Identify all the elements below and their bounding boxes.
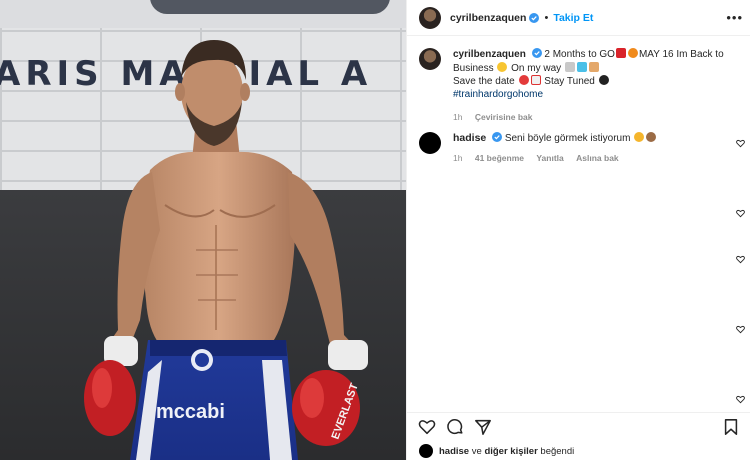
- calendar-emoji-icon: [530, 75, 541, 85]
- verified-icon: [529, 12, 540, 23]
- author-username[interactable]: cyrilbenzaquen: [450, 12, 526, 24]
- rocket-emoji-icon: [564, 61, 575, 72]
- boxer-figure: mccabi EVERLAST: [84, 40, 368, 460]
- bookmark-icon[interactable]: [722, 418, 740, 436]
- verified-icon: [531, 48, 542, 58]
- comment-likes[interactable]: 41 beğenme: [475, 153, 524, 163]
- caption-line3-a: Save the date: [453, 76, 515, 87]
- caption-line1-a: 2 Months to GO: [544, 49, 615, 60]
- caption-avatar[interactable]: [419, 48, 441, 70]
- caption-hashtag[interactable]: #trainhardorgohome: [453, 89, 724, 102]
- see-original-button[interactable]: Aslına bak: [576, 153, 619, 163]
- comment-time: 1h: [453, 152, 463, 163]
- liker-username[interactable]: hadise: [439, 446, 469, 457]
- heart-eyes-emoji-icon: [634, 132, 645, 142]
- fire-emoji-icon: [627, 48, 638, 58]
- diamond-emoji-icon: [576, 61, 587, 72]
- post-photo[interactable]: ARIS MARTIAL A: [0, 0, 406, 460]
- caption-username[interactable]: cyrilbenzaquen: [453, 49, 526, 60]
- caption-time: 1h: [453, 112, 463, 122]
- caption-line1-b: MAY 16 Im Back to: [638, 49, 724, 60]
- likes-suffix: beğendi: [540, 445, 575, 457]
- shorts-brand: mccabi: [156, 401, 225, 423]
- post-caption: cyrilbenzaquen 2 Months to GO MAY 16 Im B…: [419, 48, 744, 124]
- comment-meta: 1h 41 beğenme Yanıtla Aslına bak: [453, 152, 657, 165]
- comment-like-heart-icon[interactable]: [736, 139, 745, 148]
- separator-dot: •: [544, 11, 549, 24]
- monkey-emoji-icon: [646, 132, 657, 142]
- caption-line3-b: Stay Tuned: [544, 76, 595, 87]
- likes-summary: hadise ve diğer kişiler beğendi: [419, 444, 574, 458]
- boxing-glove-emoji-icon: [615, 48, 626, 58]
- comment-like-heart-icon[interactable]: [736, 395, 745, 404]
- caption-line2-b: On my way: [511, 62, 562, 74]
- caption-line2-a: Business: [453, 62, 494, 74]
- other-likers-link[interactable]: diğer kişiler: [484, 446, 537, 457]
- flexed-biceps-emoji-icon: [588, 61, 599, 72]
- comment-like-heart-icon[interactable]: [736, 209, 745, 218]
- post-sidebar: cyrilbenzaquen • Takip Et ••• cyrilbenza…: [406, 0, 750, 460]
- liker-avatar[interactable]: [419, 444, 433, 458]
- action-bar: [407, 412, 750, 438]
- more-icon[interactable]: •••: [726, 10, 743, 25]
- comment-icon[interactable]: [446, 418, 464, 436]
- comment-item: hadise Seni böyle görmek istiyorum 1h 41…: [419, 132, 744, 164]
- verified-icon: [492, 132, 503, 142]
- post-header: cyrilbenzaquen • Takip Et •••: [407, 0, 750, 36]
- bomb-emoji-icon: [598, 75, 609, 85]
- instagram-post-modal: ARIS MARTIAL A: [0, 0, 750, 460]
- likes-conjunction: ve: [471, 445, 482, 457]
- comment-text: Seni böyle görmek istiyorum: [504, 133, 631, 144]
- see-translation-button[interactable]: Çevirisine bak: [475, 112, 533, 122]
- smile-emoji-icon: [497, 61, 508, 72]
- share-icon[interactable]: [474, 418, 492, 436]
- commenter-username[interactable]: hadise: [453, 132, 486, 144]
- heart-icon[interactable]: [418, 418, 436, 436]
- reply-button[interactable]: Yanıtla: [536, 153, 563, 163]
- author-avatar[interactable]: [419, 6, 441, 29]
- comment-like-heart-icon[interactable]: [736, 325, 745, 334]
- follow-button[interactable]: Takip Et: [553, 12, 593, 24]
- target-emoji-icon: [518, 75, 529, 85]
- commenter-avatar[interactable]: [419, 132, 441, 154]
- comment-like-heart-icon[interactable]: [736, 255, 745, 264]
- caption-meta: 1h Çevirisine bak: [453, 111, 724, 124]
